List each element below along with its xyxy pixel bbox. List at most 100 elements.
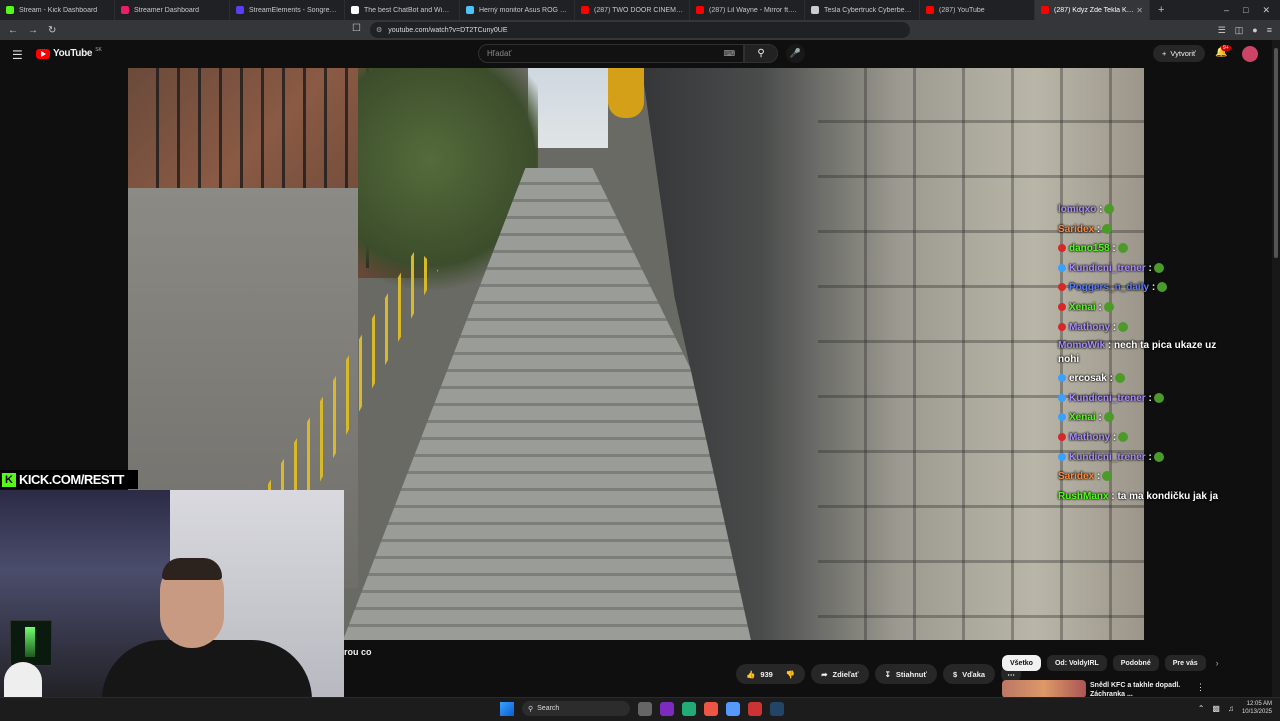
chevron-up-icon[interactable]: ⌃: [1198, 704, 1205, 713]
tab-favicon-icon: [6, 6, 14, 14]
back-icon[interactable]: ←: [8, 25, 18, 36]
microphone-icon: 🎤: [789, 48, 802, 58]
tab-label: (287) Kdyz Zde Tekla KREV: [1054, 6, 1137, 14]
chevron-right-icon[interactable]: ›: [1216, 655, 1219, 671]
thumbs-down-icon[interactable]: 👎: [786, 670, 795, 679]
thanks-button[interactable]: $ Vďaka: [942, 664, 996, 684]
like-button[interactable]: 👍 939 👎: [736, 664, 806, 684]
browser-tab[interactable]: (287) YouTube: [920, 0, 1035, 20]
menu-icon[interactable]: ≡: [1267, 25, 1272, 35]
thanks-icon: $: [952, 669, 958, 679]
minimize-icon[interactable]: –: [1224, 5, 1229, 15]
browser-tab[interactable]: StreamElements - Songrequest: [230, 0, 345, 20]
tab-label: Herný monitor Asus ROG Strix OLE: [479, 6, 568, 14]
chat-username: Xenai: [1069, 301, 1096, 313]
reload-icon[interactable]: ↻: [48, 25, 56, 36]
keyboard-icon[interactable]: ⌨: [723, 49, 735, 58]
extensions-icon[interactable]: ☰: [1218, 25, 1226, 36]
windows-start-icon[interactable]: [500, 701, 514, 716]
chat-message: Mathony :: [1058, 318, 1248, 338]
browser-tab[interactable]: (287) Lil Wayne - Mirror ft. Bruno: [690, 0, 805, 20]
search-button[interactable]: ⚲: [744, 44, 778, 63]
chat-emote-icon: [1118, 431, 1129, 442]
app-icon[interactable]: [682, 701, 696, 716]
profile-icon[interactable]: ●: [1252, 25, 1257, 35]
app-icon[interactable]: [660, 701, 674, 716]
close-tab-icon[interactable]: ✕: [1136, 6, 1143, 15]
chat-username: dano158: [1069, 243, 1110, 255]
chat-text: :: [1109, 373, 1113, 385]
filter-chip[interactable]: Všetko: [1002, 655, 1041, 671]
chat-text: :: [1112, 243, 1116, 255]
region-code: SK: [95, 46, 102, 53]
search-icon: ⚲: [528, 705, 534, 713]
kick-url-text: KICK.COM/RESTT: [19, 472, 124, 487]
browser-tab[interactable]: Herný monitor Asus ROG Strix OLE: [460, 0, 575, 20]
taskbar-search[interactable]: ⚲ Search: [522, 701, 630, 716]
share-icon: ➦: [821, 669, 828, 679]
close-icon[interactable]: ✕: [1262, 5, 1270, 16]
chat-username: Kundicni_trener: [1069, 392, 1146, 404]
browser-tab[interactable]: Stream - Kick Dashboard: [0, 0, 115, 20]
create-button[interactable]: + Vytvoriť: [1153, 45, 1205, 62]
avatar[interactable]: [1242, 46, 1258, 62]
network-icon[interactable]: ▩: [1212, 704, 1220, 713]
chat-username: Mathony: [1069, 431, 1111, 443]
filter-chip[interactable]: Od: VoldyIRL: [1046, 655, 1107, 671]
sidebar-icon[interactable]: ◫: [1235, 25, 1244, 36]
volume-icon[interactable]: ♫: [1228, 704, 1234, 713]
bookmark-icon[interactable]: ☐: [352, 23, 361, 34]
tab-favicon-icon: [466, 6, 474, 14]
browser-tab[interactable]: Tesla Cybertruck Cyberbeast Electr: [805, 0, 920, 20]
url-field[interactable]: ⚙ youtube.com/watch?v=DT2TCuny0UE: [370, 22, 910, 38]
recommended-thumbnail[interactable]: [1002, 680, 1086, 698]
tab-label: Streamer Dashboard: [134, 6, 199, 14]
app-icon[interactable]: [748, 701, 762, 716]
chat-badge-icon: [1058, 452, 1066, 461]
chat-emote-icon: [1153, 451, 1164, 462]
browser-tab[interactable]: (287) TWO DOOR CINEMA CLUB |: [575, 0, 690, 20]
chat-username: ercosak: [1069, 373, 1107, 385]
menu-hamburger-icon[interactable]: ☰: [12, 48, 23, 62]
browser-tab-strip: Stream - Kick Dashboard Streamer Dashboar…: [0, 0, 1280, 20]
filter-chip[interactable]: Podobné: [1112, 655, 1159, 671]
task-view-icon[interactable]: [638, 701, 652, 716]
youtube-logo[interactable]: YouTube SK: [36, 46, 102, 59]
video-title: rou co: [344, 647, 372, 657]
chat-username: MomoWik: [1058, 340, 1106, 352]
filter-chip[interactable]: Pre vás: [1164, 655, 1206, 671]
chat-emote-icon: [1117, 243, 1128, 254]
new-tab-button[interactable]: +: [1150, 4, 1172, 16]
address-bar-row: ← → ↻ ☐ ⚙ youtube.com/watch?v=DT2TCuny0U…: [0, 20, 1280, 40]
notification-badge: 9+: [1221, 45, 1231, 51]
chat-message: Kundicni_trener :: [1058, 259, 1248, 279]
search-input[interactable]: Hľadať ⌨: [478, 44, 744, 63]
chat-username: Kundicni_trener: [1069, 262, 1146, 274]
chat-username: lomiqxo: [1058, 204, 1097, 215]
chat-text: :: [1148, 262, 1152, 274]
share-button[interactable]: ➦ Zdieľať: [811, 664, 869, 684]
steam-icon[interactable]: [770, 701, 784, 716]
maximize-icon[interactable]: □: [1243, 5, 1248, 15]
tab-favicon-icon: [811, 6, 819, 14]
recommended-more-icon[interactable]: ⋮: [1196, 682, 1205, 693]
tab-favicon-icon: [926, 6, 934, 14]
chat-text: :: [1098, 412, 1102, 424]
clock[interactable]: 12:05 AM 10/13/2025: [1242, 700, 1272, 716]
chat-badge-icon: [1058, 322, 1066, 331]
chat-badge-icon: [1058, 244, 1066, 253]
chat-text: : ta ma kondičku jak ja: [1111, 490, 1219, 502]
chat-emote-icon: [1153, 392, 1164, 403]
download-button[interactable]: ↧ Stiahnuť: [874, 664, 937, 684]
brave-browser-icon[interactable]: [704, 701, 718, 716]
site-info-icon[interactable]: ⚙: [376, 26, 382, 34]
browser-tab[interactable]: Streamer Dashboard: [115, 0, 230, 20]
browser-tab[interactable]: (287) Kdyz Zde Tekla KREV ✕: [1035, 0, 1150, 20]
chat-message: dano158 :: [1058, 239, 1248, 259]
browser-tab[interactable]: The best ChatBot and Widgets for: [345, 0, 460, 20]
voice-search-button[interactable]: 🎤: [786, 44, 805, 63]
forward-icon[interactable]: →: [28, 25, 38, 36]
youtube-header: ☰ YouTube SK Hľadať ⌨ ⚲ 🎤 + Vytvoriť 🔔 9…: [0, 40, 1280, 68]
page-scrollbar[interactable]: [1272, 40, 1280, 697]
app-icon[interactable]: [726, 701, 740, 716]
